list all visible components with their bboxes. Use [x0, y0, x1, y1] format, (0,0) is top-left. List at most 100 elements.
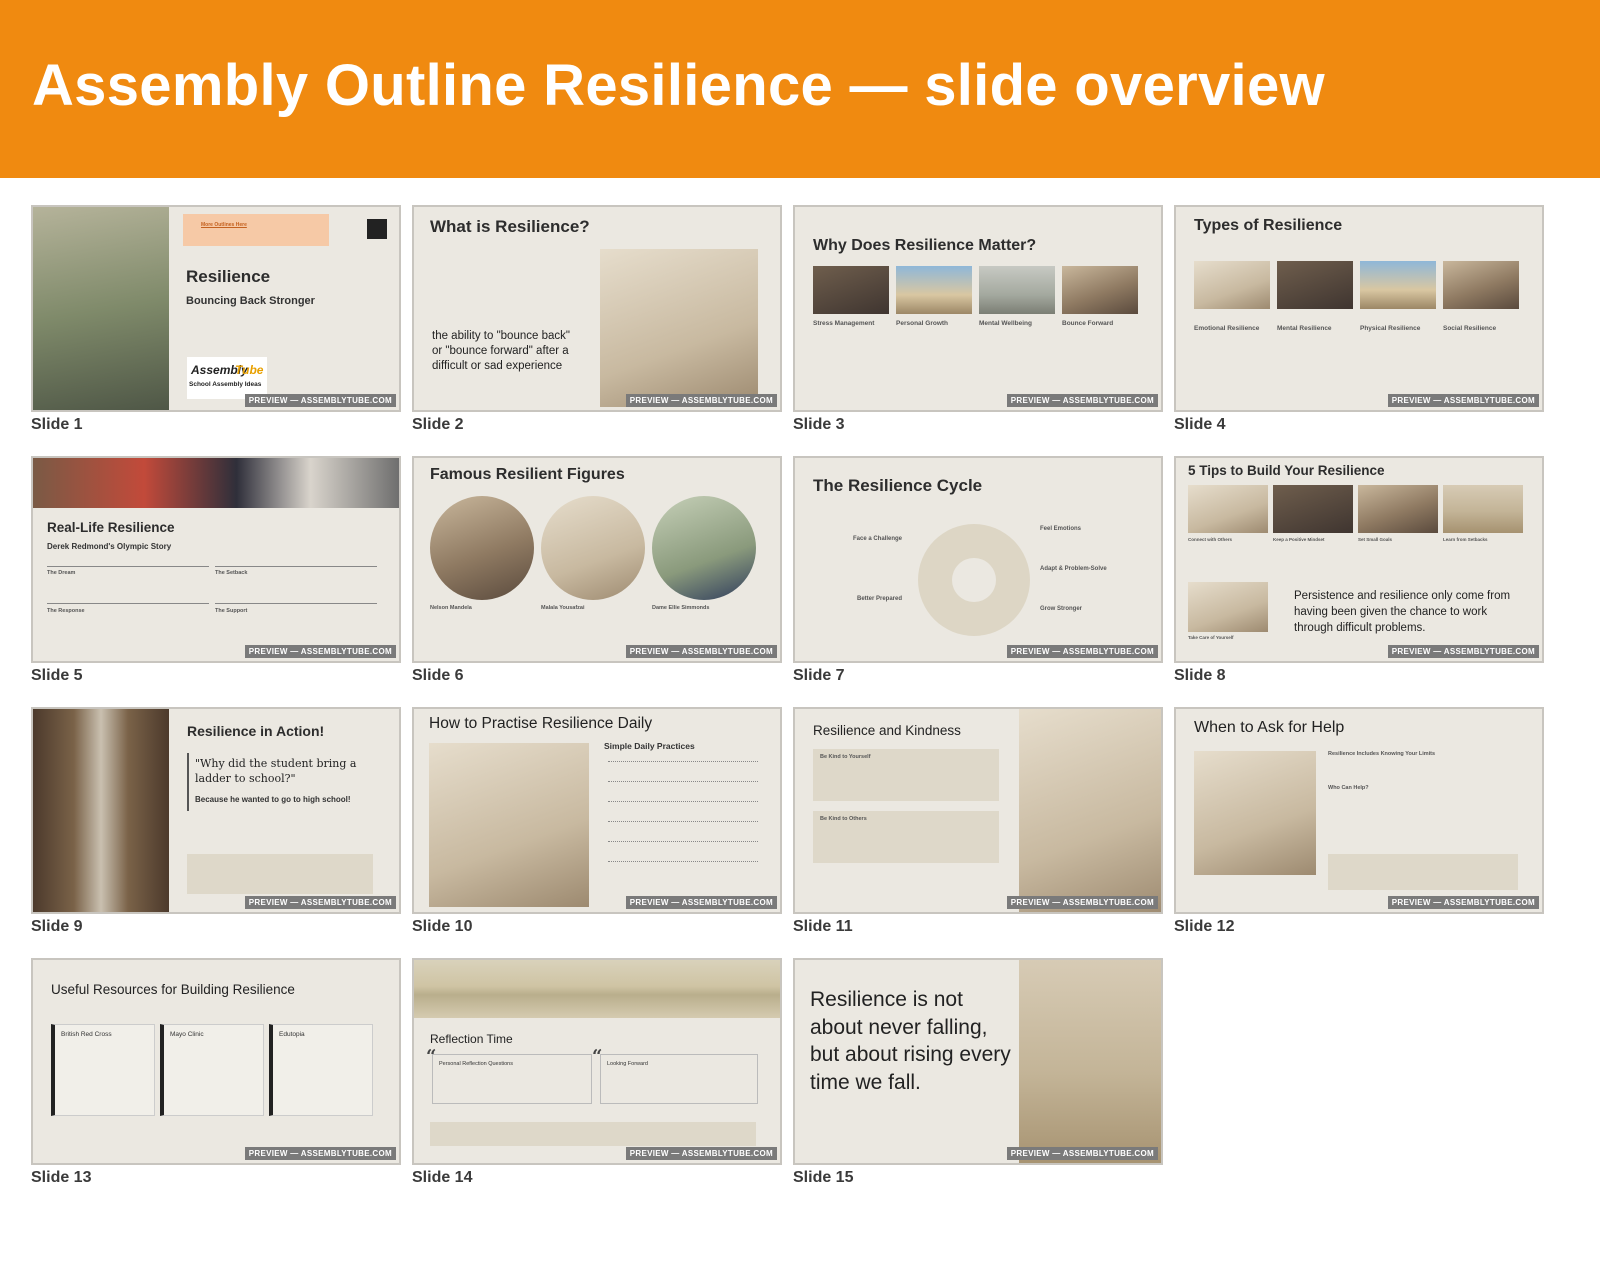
slide-thumbnail[interactable]: How to Practise Resilience Daily Simple …: [412, 707, 782, 914]
slide-caption: Slide 10: [412, 918, 473, 935]
slide-thumbnail[interactable]: Useful Resources for Building Resilience…: [31, 958, 401, 1165]
slide-card[interactable]: Reflection Time “ “ Personal Reflection …: [412, 958, 782, 1187]
item-label: Stress Management: [813, 320, 875, 327]
slide-thumbnail[interactable]: Famous Resilient Figures Nelson Mandela …: [412, 456, 782, 663]
slide-photo: [1019, 709, 1161, 912]
slide-thumbnail[interactable]: Resilience is not about never falling, b…: [793, 958, 1163, 1165]
resource-card[interactable]: Edutopia: [269, 1024, 373, 1116]
slide-photo: [600, 249, 758, 407]
section-heading: Resilience Includes Knowing Your Limits: [1328, 751, 1436, 757]
preview-watermark: PREVIEW — ASSEMBLYTUBE.COM: [1387, 645, 1539, 658]
box-heading: Be Kind to Others: [820, 816, 867, 822]
slide-photo: [1443, 485, 1523, 533]
slide-caption: Slide 15: [793, 1169, 854, 1186]
slide-card[interactable]: Resilience is not about never falling, b…: [793, 958, 1163, 1187]
slide-photo: [1194, 751, 1316, 875]
resource-card[interactable]: Mayo Clinic: [160, 1024, 264, 1116]
slide-card[interactable]: Resilience and Kindness Be Kind to Yours…: [793, 707, 1163, 936]
slide-thumbnail[interactable]: What is Resilience? the ability to "boun…: [412, 205, 782, 412]
slide-thumbnail[interactable]: Types of Resilience Emotional Resilience…: [1174, 205, 1544, 412]
slide-thumbnail[interactable]: Resilience and Kindness Be Kind to Yours…: [793, 707, 1163, 914]
slide-thumbnail[interactable]: The Resilience Cycle Face a Challenge Fe…: [793, 456, 1163, 663]
slide-photo: [1194, 261, 1270, 309]
reflection-card: Personal Reflection Questions: [432, 1054, 592, 1104]
item-label: The Support: [215, 608, 248, 614]
slide-caption: Slide 6: [412, 667, 464, 684]
slide-title: Resilience and Kindness: [813, 723, 961, 738]
preview-watermark: PREVIEW — ASSEMBLYTUBE.COM: [244, 896, 396, 909]
joke-question: "Why did the student bring a ladder to s…: [195, 757, 357, 785]
slide-thumbnail[interactable]: When to Ask for Help Resilience Includes…: [1174, 707, 1544, 914]
slide-photo: [414, 960, 780, 1018]
page-title: Assembly Outline Resilience — slide over…: [32, 53, 1325, 118]
slide-photo: [33, 709, 169, 912]
more-outlines-link[interactable]: More Outlines Here: [201, 222, 247, 228]
slide-card[interactable]: What is Resilience? the ability to "boun…: [412, 205, 782, 434]
slide-card[interactable]: Resilience in Action! "Why did the stude…: [31, 707, 401, 936]
preview-watermark: PREVIEW — ASSEMBLYTUBE.COM: [1387, 394, 1539, 407]
slide-card[interactable]: 5 Tips to Build Your Resilience Connect …: [1174, 456, 1544, 685]
slide-subtitle: Simple Daily Practices: [604, 741, 695, 751]
logo-badge: [367, 219, 387, 239]
slide-thumbnail[interactable]: More Outlines Here Resilience Bouncing B…: [31, 205, 401, 412]
slide-caption: Slide 5: [31, 667, 83, 684]
slide-title: Why Does Resilience Matter?: [813, 237, 1037, 254]
preview-watermark: PREVIEW — ASSEMBLYTUBE.COM: [625, 896, 777, 909]
slide-card[interactable]: The Resilience Cycle Face a Challenge Fe…: [793, 456, 1163, 685]
slide-photo: [33, 458, 399, 508]
slide-photo: [1273, 485, 1353, 533]
slide-photo: [896, 266, 972, 314]
slide-thumbnail[interactable]: 5 Tips to Build Your Resilience Connect …: [1174, 456, 1544, 663]
cycle-step: Feel Emotions: [1040, 526, 1082, 532]
slide-card[interactable]: When to Ask for Help Resilience Includes…: [1174, 707, 1544, 936]
box-heading: Be Kind to Yourself: [820, 754, 871, 760]
slide-card[interactable]: Famous Resilient Figures Nelson Mandela …: [412, 456, 782, 685]
slide-photo: [813, 266, 889, 314]
item-label: Set Small Goals: [1358, 537, 1393, 542]
item-label: Connect with Others: [1188, 537, 1233, 542]
slide-thumbnail[interactable]: Why Does Resilience Matter? Stress Manag…: [793, 205, 1163, 412]
slide-thumbnail[interactable]: Real-Life Resilience Derek Redmond's Oly…: [31, 456, 401, 663]
resource-name: Mayo Clinic: [170, 1031, 204, 1038]
slide-thumbnail[interactable]: Reflection Time “ “ Personal Reflection …: [412, 958, 782, 1165]
preview-watermark: PREVIEW — ASSEMBLYTUBE.COM: [1006, 1147, 1158, 1160]
joke-answer: Because he wanted to go to high school!: [195, 795, 351, 804]
slide-photo: [429, 743, 589, 907]
preview-watermark: PREVIEW — ASSEMBLYTUBE.COM: [625, 645, 777, 658]
slide-photo: [1360, 261, 1436, 309]
kindness-box: Be Kind to Others: [813, 811, 999, 863]
slide-photo: [1062, 266, 1138, 314]
preview-watermark: PREVIEW — ASSEMBLYTUBE.COM: [1006, 394, 1158, 407]
slide-caption: Slide 1: [31, 416, 83, 433]
slide-photo: [1443, 261, 1519, 309]
slide-title: How to Practise Resilience Daily: [429, 715, 653, 732]
slide-title: Resilience: [186, 267, 271, 286]
slide-card[interactable]: How to Practise Resilience Daily Simple …: [412, 707, 782, 936]
challenge-box: [430, 1122, 756, 1146]
card-heading: Looking Forward: [607, 1061, 648, 1067]
slide-caption: Slide 11: [793, 918, 853, 935]
item-label: Mental Wellbeing: [979, 320, 1032, 327]
section-heading: Who Can Help?: [1328, 785, 1369, 791]
preview-watermark: PREVIEW — ASSEMBLYTUBE.COM: [625, 394, 777, 407]
slide-photo: [1188, 582, 1268, 632]
resource-card[interactable]: British Red Cross: [51, 1024, 155, 1116]
slide-thumbnail[interactable]: Resilience in Action! "Why did the stude…: [31, 707, 401, 914]
slide-card[interactable]: Real-Life Resilience Derek Redmond's Oly…: [31, 456, 401, 685]
slide-card[interactable]: Types of Resilience Emotional Resilience…: [1174, 205, 1544, 434]
slide-caption: Slide 8: [1174, 667, 1226, 684]
slide-caption: Slide 14: [412, 1169, 473, 1186]
slide-title: Reflection Time: [430, 1032, 513, 1046]
item-label: The Dream: [47, 570, 76, 576]
portrait-photo: [430, 496, 534, 600]
slide-card[interactable]: More Outlines Here Resilience Bouncing B…: [31, 205, 401, 434]
slide-title: Real-Life Resilience: [47, 520, 175, 535]
item-label: Personal Growth: [896, 320, 949, 327]
item-label: Physical Resilience: [1360, 325, 1421, 332]
item-label: Take Care of Yourself: [1188, 635, 1234, 640]
slide-photo: [33, 207, 169, 410]
slide-card[interactable]: Why Does Resilience Matter? Stress Manag…: [793, 205, 1163, 434]
slide-caption: Slide 4: [1174, 416, 1226, 433]
slide-card[interactable]: Useful Resources for Building Resilience…: [31, 958, 401, 1187]
resource-name: British Red Cross: [61, 1031, 112, 1038]
